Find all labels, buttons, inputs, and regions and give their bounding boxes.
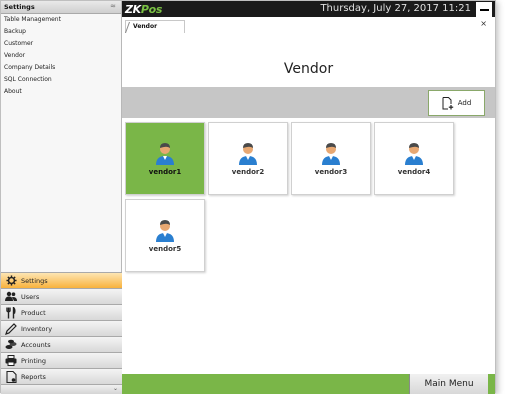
sidebar-item-company-details[interactable]: Company Details xyxy=(1,62,121,74)
sidebar-item-table-management[interactable]: Table Management xyxy=(1,14,121,26)
category-printing[interactable]: Printing xyxy=(1,352,122,368)
title-area: Vendor xyxy=(122,33,495,87)
category-label: Product xyxy=(21,308,46,317)
page-title: Vendor xyxy=(283,61,334,77)
person-icon xyxy=(405,143,423,165)
category-list: Settings Users Product Inventory Account… xyxy=(1,272,122,394)
top-bar: ZKPos Thursday, July 27, 2017 11:21 Vend… xyxy=(122,1,495,49)
vendor-tile-5[interactable]: vendor5 xyxy=(125,199,205,272)
tab-vendor[interactable]: Vendor xyxy=(125,20,185,33)
sidebar-header: Settings ≈ xyxy=(1,1,121,14)
app-logo: ZKPos xyxy=(125,3,162,16)
category-users[interactable]: Users xyxy=(1,288,122,304)
category-label: Printing xyxy=(21,356,47,365)
vendor-name: vendor5 xyxy=(148,245,182,253)
sidebar-item-sql-connection[interactable]: SQL Connection xyxy=(1,74,121,86)
category-label: Accounts xyxy=(21,340,51,349)
person-icon xyxy=(156,143,174,165)
logo-zk: ZK xyxy=(125,3,141,16)
category-label: Reports xyxy=(21,372,46,381)
vendor-tile-1[interactable]: vendor1 xyxy=(125,122,205,195)
vendor-tile-2[interactable]: vendor2 xyxy=(208,122,288,195)
vendor-name: vendor1 xyxy=(148,168,182,176)
gear-icon xyxy=(5,275,17,287)
coins-icon xyxy=(5,339,17,351)
logo-pos: Pos xyxy=(140,3,163,16)
vendor-grid: vendor1 vendor2 vendor3 vendor4 vendor5 xyxy=(122,118,495,374)
vendor-name: vendor3 xyxy=(314,168,348,176)
person-icon xyxy=(322,143,340,165)
printer-icon xyxy=(5,355,17,367)
sidebar-title: Settings xyxy=(4,3,35,11)
close-tab-icon[interactable]: × xyxy=(480,19,487,28)
minimize-icon xyxy=(479,8,489,11)
category-product[interactable]: Product xyxy=(1,304,122,320)
fork-knife-icon xyxy=(5,306,17,319)
add-vendor-button[interactable]: Add xyxy=(428,90,485,116)
vendor-tile-4[interactable]: vendor4 xyxy=(374,122,454,195)
app-window: Settings ≈ Table Management Backup Custo… xyxy=(0,0,496,394)
sidebar: Settings ≈ Table Management Backup Custo… xyxy=(1,1,122,394)
add-label: Add xyxy=(457,99,472,107)
category-label: Settings xyxy=(21,276,48,285)
minimize-button[interactable] xyxy=(476,2,492,17)
pin-icon[interactable]: ≈ xyxy=(110,2,116,10)
category-settings[interactable]: Settings xyxy=(1,272,122,288)
category-reports[interactable]: Reports xyxy=(1,368,122,384)
vendor-name: vendor4 xyxy=(397,168,431,176)
tab-strip: Vendor × xyxy=(122,17,495,49)
vendor-name: vendor2 xyxy=(231,168,265,176)
sidebar-item-about[interactable]: About xyxy=(1,86,121,98)
category-accounts[interactable]: Accounts xyxy=(1,336,122,352)
main-panel: ZKPos Thursday, July 27, 2017 11:21 Vend… xyxy=(122,1,495,394)
sidebar-item-customer[interactable]: Customer xyxy=(1,38,121,50)
sidebar-item-vendor[interactable]: Vendor xyxy=(1,50,121,62)
category-label: Users xyxy=(21,292,40,301)
sidebar-item-backup[interactable]: Backup xyxy=(1,26,121,38)
person-icon xyxy=(239,143,257,165)
report-icon xyxy=(5,370,17,383)
person-icon xyxy=(156,220,174,242)
pencil-icon xyxy=(5,322,17,335)
bottom-bar: Main Menu xyxy=(122,374,495,394)
add-document-icon xyxy=(442,96,453,109)
toolbar: Add xyxy=(122,87,495,118)
main-menu-button[interactable]: Main Menu xyxy=(409,374,488,394)
users-icon xyxy=(5,291,17,303)
vendor-tile-3[interactable]: vendor3 xyxy=(291,122,371,195)
datetime-display: Thursday, July 27, 2017 11:21 xyxy=(320,3,471,14)
category-label: Inventory xyxy=(21,324,53,333)
category-inventory[interactable]: Inventory xyxy=(1,320,122,336)
